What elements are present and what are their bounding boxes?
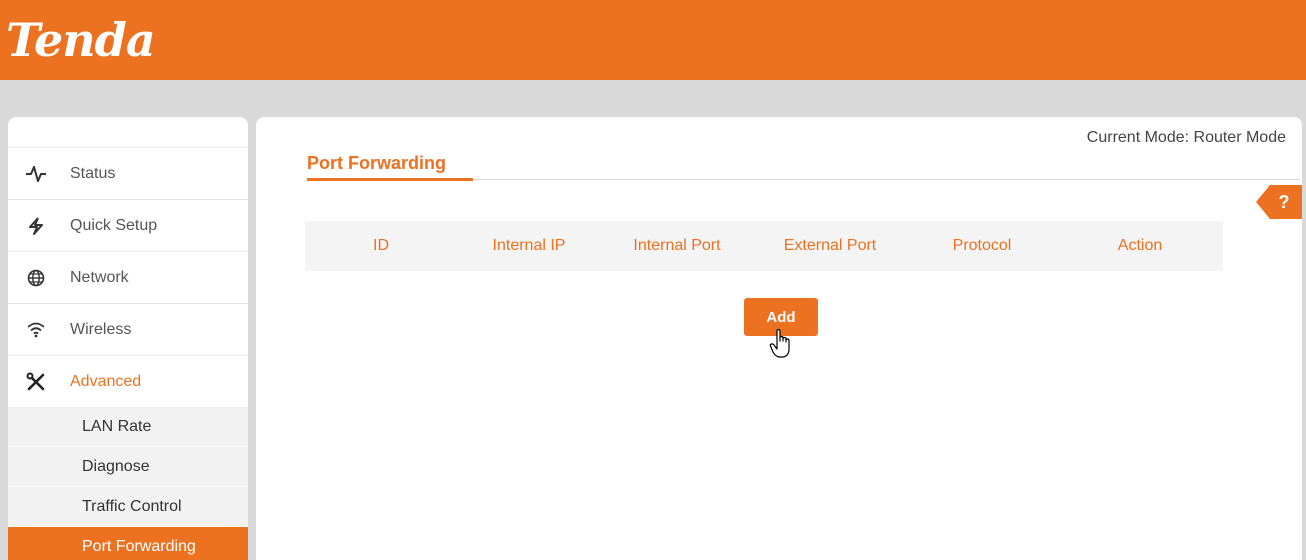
column-header-internal-ip: Internal IP — [492, 237, 566, 254]
column-header-id: ID — [373, 237, 389, 254]
column-header-action: Action — [1117, 237, 1163, 254]
column-header-protocol: Protocol — [952, 237, 1012, 254]
help-button[interactable]: ? — [1256, 185, 1302, 219]
sidebar-item-label: Network — [70, 268, 129, 286]
lightning-icon — [26, 216, 46, 236]
sidebar-item-label: Quick Setup — [70, 216, 158, 234]
wifi-icon — [26, 320, 46, 340]
sidebar-item-advanced[interactable]: Advanced — [8, 355, 248, 407]
sidebar-item-label: Wireless — [70, 320, 132, 338]
submenu-item-diagnose[interactable]: Diagnose — [8, 447, 248, 487]
sidebar-menu: Status Quick Setup Network Wireless Adva… — [8, 147, 248, 560]
sidebar-item-status[interactable]: Status — [8, 147, 248, 199]
page-title: Port Forwarding — [307, 153, 446, 173]
port-forwarding-table-header: ID Internal IP Internal Port External Po… — [305, 221, 1223, 271]
top-bar: Tenda — [0, 0, 1306, 80]
tenda-logo: Tenda — [6, 13, 156, 67]
sidebar-item-label: Advanced — [70, 372, 142, 390]
title-underline — [307, 178, 473, 181]
main-content: Current Mode: Router Mode Port Forwardin… — [256, 117, 1302, 560]
column-header-internal-port: Internal Port — [633, 237, 721, 254]
sidebar-item-quick-setup[interactable]: Quick Setup — [8, 199, 248, 251]
sidebar: Status Quick Setup Network Wireless Adva… — [8, 117, 248, 560]
sidebar-item-network[interactable]: Network — [8, 251, 248, 303]
globe-icon — [26, 268, 46, 288]
current-mode-label: Current Mode: Router Mode — [1086, 129, 1286, 146]
advanced-submenu: LAN Rate Diagnose Traffic Control Port F… — [8, 407, 248, 560]
submenu-item-lan-rate[interactable]: LAN Rate — [8, 407, 248, 447]
hand-pointer-cursor-icon — [769, 328, 795, 364]
sidebar-item-label: Status — [70, 164, 116, 182]
column-header-external-port: External Port — [783, 237, 877, 254]
pulse-icon — [26, 164, 46, 184]
sidebar-item-wireless[interactable]: Wireless — [8, 303, 248, 355]
submenu-item-traffic-control[interactable]: Traffic Control — [8, 487, 248, 527]
tools-icon — [26, 372, 46, 392]
submenu-item-port-forwarding[interactable]: Port Forwarding — [8, 527, 248, 560]
